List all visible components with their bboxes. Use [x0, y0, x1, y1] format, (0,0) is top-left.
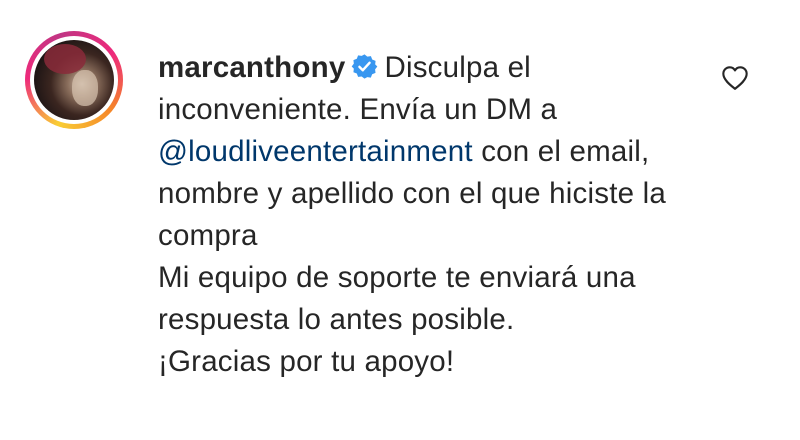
heart-icon[interactable] [721, 65, 749, 91]
username-link[interactable]: marcanthony [158, 51, 345, 84]
comment-body: marcanthony Disculpa el inconveniente. En… [158, 47, 698, 383]
comment: marcanthony Disculpa el inconveniente. En… [0, 0, 800, 440]
avatar-story-ring[interactable] [25, 31, 123, 129]
comment-thanks-line: ¡Gracias por tu apoyo! [158, 345, 455, 378]
comment-paragraph: marcanthony Disculpa el inconveniente. En… [158, 47, 698, 257]
mention-link[interactable]: @loudliveentertainment [158, 135, 473, 168]
avatar[interactable] [34, 40, 114, 120]
verified-badge-icon [352, 54, 378, 79]
avatar-ring-gap [30, 36, 118, 124]
comment-support-line: Mi equipo de soporte te enviará una resp… [158, 261, 636, 336]
